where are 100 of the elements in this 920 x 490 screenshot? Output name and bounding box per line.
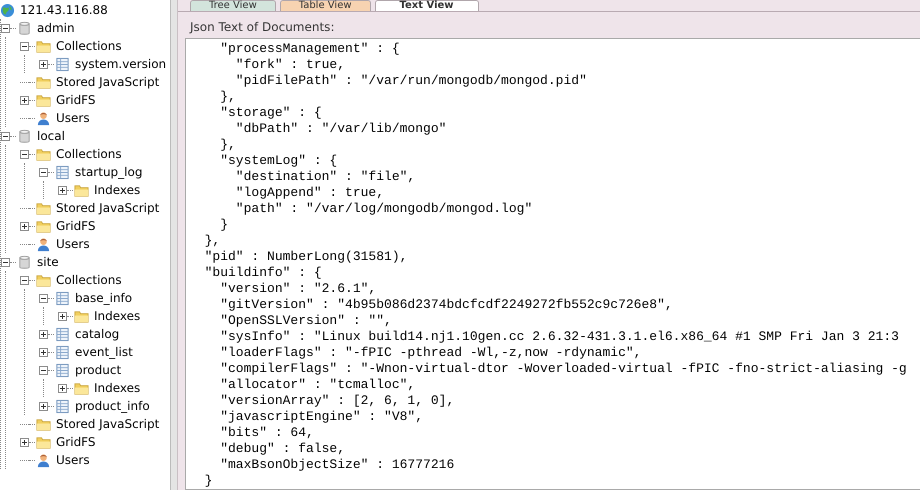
tree-item[interactable]: Indexes [93, 183, 142, 197]
folder-icon [36, 218, 51, 234]
expand-icon[interactable] [39, 60, 48, 68]
tree-item[interactable]: Indexes [93, 309, 142, 323]
user-icon [36, 236, 51, 252]
code-line: "loaderFlags" : "-fPIC -pthread -Wl,-z,now -rdynamic", [219, 345, 642, 361]
tab[interactable]: Tree View [190, 0, 276, 11]
tab[interactable]: Table View [280, 0, 371, 11]
table-icon [55, 56, 70, 72]
folder-icon [36, 434, 51, 450]
code-line: "compilerFlags" : "-Wnon-virtual-dtor -Woverloaded-virtual -fPIC -fno-strict-aliasing -g [219, 361, 907, 377]
expand-icon[interactable] [20, 96, 29, 104]
code-line: }, [219, 137, 236, 153]
tree-item[interactable]: system.version [74, 57, 168, 71]
collapse-icon[interactable] [1, 258, 10, 266]
database-icon [17, 20, 32, 36]
code-line: "systemLog" : { [219, 153, 338, 169]
collapse-icon[interactable] [39, 366, 48, 374]
expand-icon[interactable] [58, 186, 67, 194]
tree-item[interactable]: base_info [74, 291, 134, 305]
code-line: }, [204, 233, 220, 249]
tree-item[interactable]: event_list [74, 345, 134, 359]
tree-item[interactable]: catalog [74, 327, 120, 341]
table-icon [55, 362, 70, 378]
expand-icon[interactable] [39, 330, 48, 338]
tree-item[interactable]: site [36, 255, 60, 269]
code-line: "OpenSSLVersion" : "", [219, 313, 392, 329]
code-line: "sysInfo" : "Linux build14.nj1.10gen.cc 2.6.32-431.3.1.el6.x86_64 #1 SMP Fri Jan 3 21:3 [219, 329, 899, 345]
expand-icon[interactable] [20, 222, 29, 230]
tree-item[interactable]: Collections [55, 39, 123, 53]
tree-item[interactable]: startup_log [74, 165, 144, 179]
globe-icon [0, 2, 15, 18]
expand-icon[interactable] [39, 348, 48, 356]
tree-item[interactable]: GridFS [55, 219, 96, 233]
code-line: "bits" : 64, [219, 425, 314, 441]
tree-item[interactable]: GridFS [55, 435, 96, 449]
code-line: "fork" : true, [234, 57, 346, 73]
expand-icon[interactable] [58, 312, 67, 320]
folder-icon [36, 146, 51, 162]
tree-item[interactable]: Users [55, 237, 91, 251]
folder-icon [36, 416, 51, 432]
collapse-icon[interactable] [20, 150, 29, 158]
database-icon [17, 128, 32, 144]
folder-icon [74, 308, 89, 324]
expand-icon[interactable] [39, 402, 48, 410]
code-line: "gitVersion" : "4b95b086d2374bdcfcdf2249272fb552c9c726e8", [219, 297, 673, 313]
tree-item[interactable]: local [36, 129, 66, 143]
folder-icon [36, 200, 51, 216]
tab[interactable]: Text View [374, 0, 479, 11]
table-icon [55, 344, 70, 360]
user-icon [36, 452, 51, 468]
expand-icon[interactable] [20, 438, 29, 446]
tree-item[interactable]: Collections [55, 273, 123, 287]
tree-item[interactable]: Users [55, 111, 91, 125]
code-line: } [219, 217, 228, 233]
user-icon [36, 110, 51, 126]
code-line: }, [219, 89, 236, 105]
code-line: "pid" : NumberLong(31581), [204, 249, 408, 265]
collapse-icon[interactable] [20, 42, 29, 50]
code-line: "destination" : "file", [234, 169, 416, 185]
code-line: "storage" : { [219, 105, 322, 121]
code-line: "processManagement" : { [219, 41, 400, 57]
code-line: } [204, 473, 212, 489]
collapse-icon[interactable] [20, 276, 29, 284]
tree-item[interactable]: Stored JavaScript [55, 75, 160, 89]
collapse-icon[interactable] [39, 168, 48, 176]
database-icon [17, 254, 32, 270]
code-line: "allocator" : "tcmalloc", [219, 377, 416, 393]
expand-icon[interactable] [58, 384, 67, 392]
tree-item[interactable]: GridFS [55, 93, 96, 107]
table-icon [55, 398, 70, 414]
tree-item[interactable]: Stored JavaScript [55, 201, 160, 215]
folder-icon [36, 272, 51, 288]
tree-item[interactable]: Indexes [93, 381, 142, 395]
code-line: "version" : "2.6.1", [219, 281, 376, 297]
collapse-icon[interactable] [39, 294, 48, 302]
folder-icon [36, 38, 51, 54]
tree-item[interactable]: Users [55, 453, 91, 467]
folder-icon [74, 380, 89, 396]
code-line: "maxBsonObjectSize" : 16777216 [219, 457, 454, 473]
tree-item[interactable]: product_info [74, 399, 151, 413]
folder-icon [36, 74, 51, 90]
section-label: Json Text of Documents: [188, 19, 336, 36]
collapse-icon[interactable] [1, 24, 10, 32]
code-line: "logAppend" : true, [234, 185, 384, 201]
collapse-icon[interactable] [1, 132, 10, 140]
table-icon [55, 290, 70, 306]
table-icon [55, 326, 70, 342]
code-line: "versionArray" : [2, 6, 1, 0], [219, 393, 454, 409]
tree-item[interactable]: admin [36, 21, 76, 35]
code-line: "buildinfo" : { [204, 265, 322, 281]
code-line: "debug" : false, [219, 441, 346, 457]
tree-item[interactable]: Stored JavaScript [55, 417, 160, 431]
table-icon [55, 164, 70, 180]
code-line: "pidFilePath" : "/var/run/mongodb/mongod.pid" [234, 73, 587, 89]
code-line: "javascriptEngine" : "V8", [219, 409, 424, 425]
tree-item[interactable]: product [74, 363, 122, 377]
folder-icon [36, 92, 51, 108]
tree-item[interactable]: 121.43.116.88 [19, 3, 109, 17]
tree-item[interactable]: Collections [55, 147, 123, 161]
